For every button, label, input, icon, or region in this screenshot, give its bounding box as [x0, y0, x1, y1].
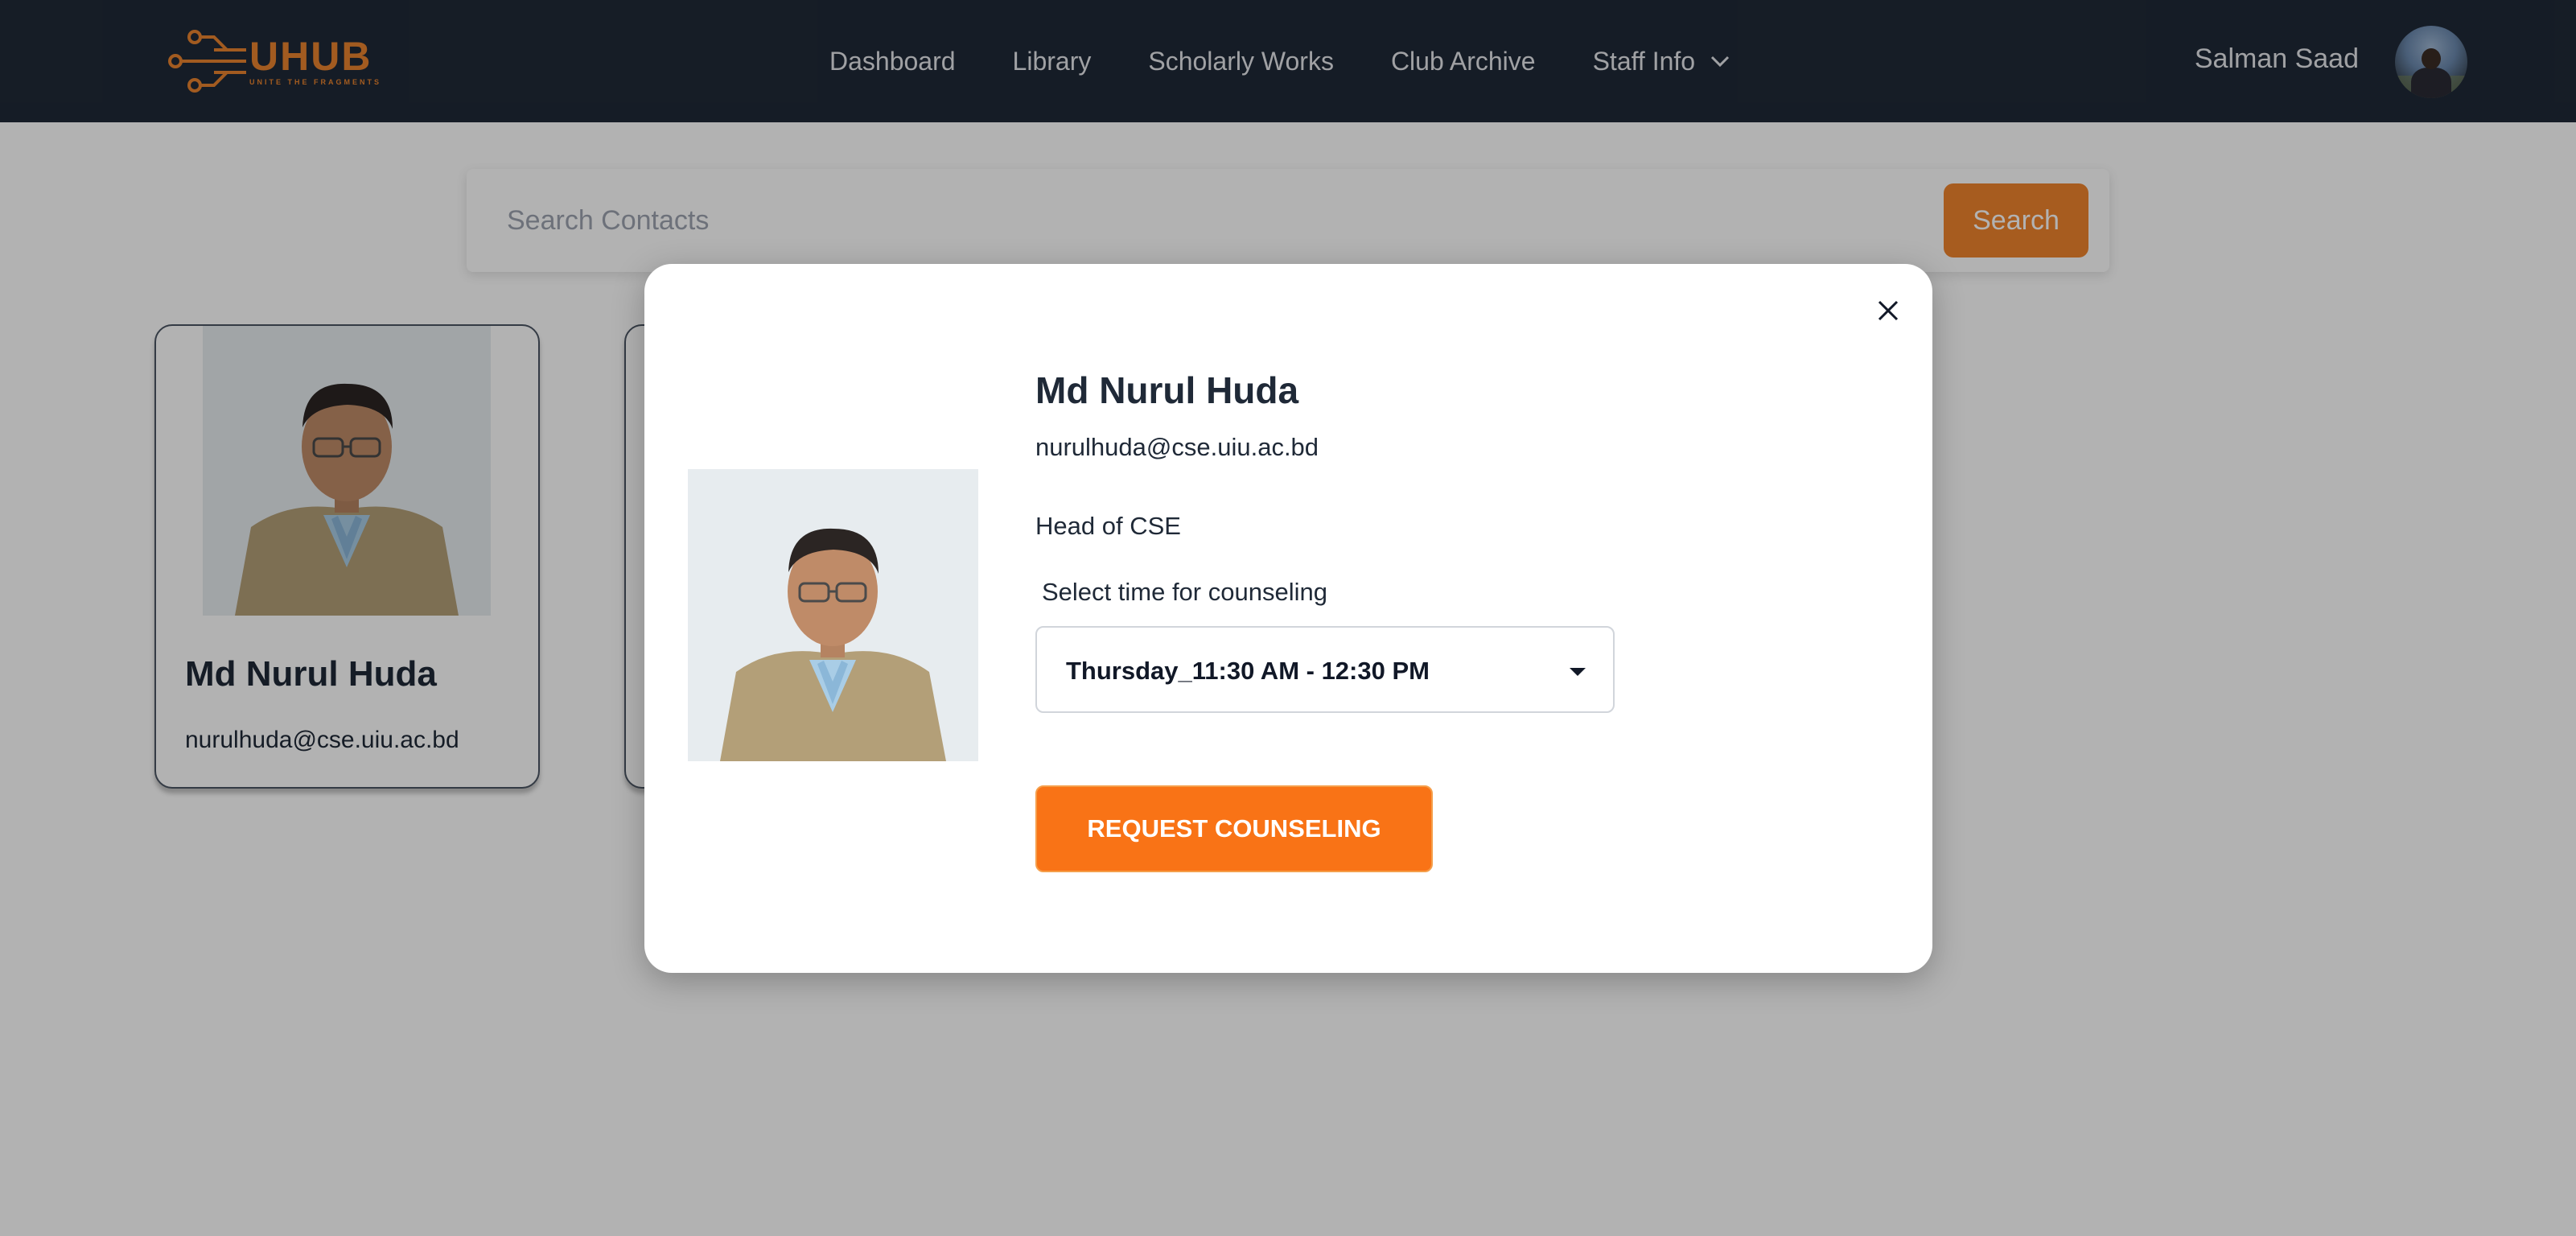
time-select-label: Select time for counseling — [1042, 578, 1327, 606]
staff-photo — [688, 469, 978, 761]
close-icon — [1878, 300, 1899, 321]
staff-name: Md Nurul Huda — [1035, 369, 1299, 411]
counseling-time-select[interactable]: Thursday_11:30 AM - 12:30 PM — [1035, 626, 1615, 713]
request-counseling-button[interactable]: REQUEST COUNSELING — [1035, 785, 1433, 872]
caret-down-icon — [1570, 668, 1586, 676]
counseling-modal: Md Nurul Huda nurulhuda@cse.uiu.ac.bd He… — [644, 264, 1932, 973]
close-button[interactable] — [1872, 295, 1904, 327]
staff-email: nurulhuda@cse.uiu.ac.bd — [1035, 433, 1319, 461]
page: UHUB UNITE THE FRAGMENTS Dashboard Libra… — [0, 0, 2576, 1236]
staff-role: Head of CSE — [1035, 512, 1181, 540]
selected-time: Thursday_11:30 AM - 12:30 PM — [1066, 657, 1430, 685]
